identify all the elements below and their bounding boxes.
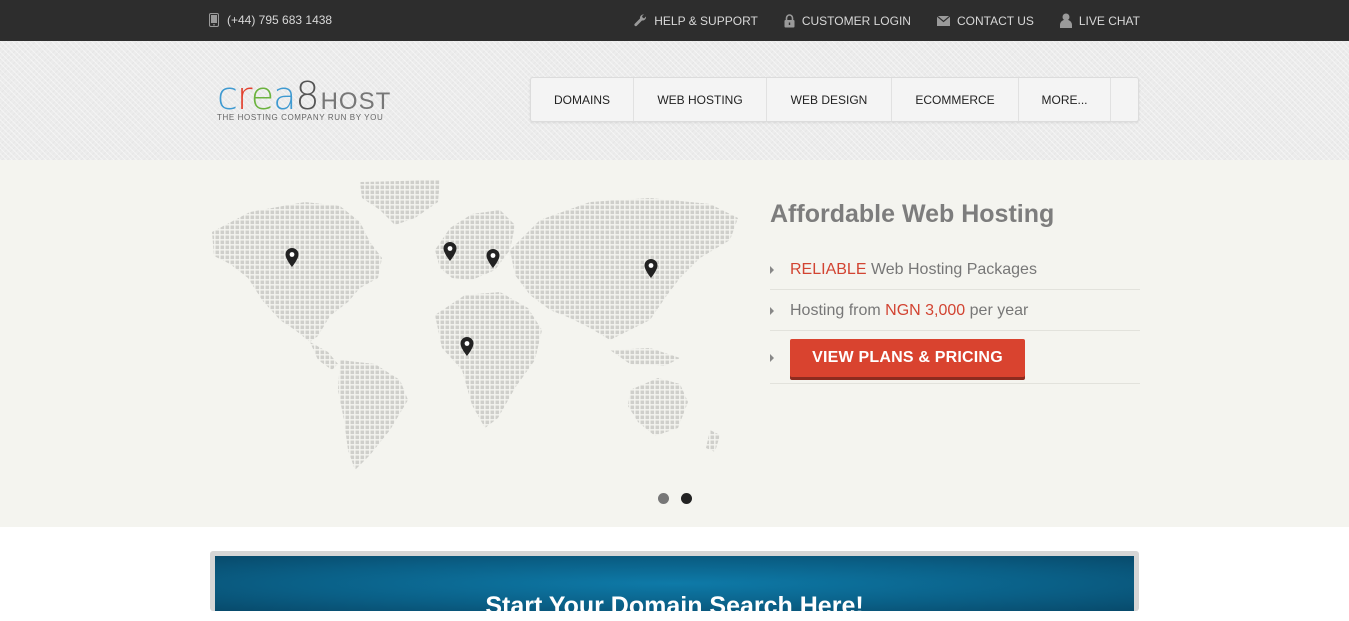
top-bar: (+44) 795 683 1438 HELP & SUPPORT CUSTOM…: [0, 0, 1349, 41]
wrench-icon: [634, 14, 647, 27]
logo-crea: crea: [217, 74, 296, 118]
main-nav: DOMAINS WEB HOSTING WEB DESIGN ECOMMERCE…: [530, 77, 1139, 122]
hero-title: Affordable Web Hosting: [770, 200, 1055, 228]
domain-search-title: Start Your Domain Search Here!: [485, 592, 864, 620]
feature-text: per year: [969, 301, 1029, 319]
contact-us-label: CONTACT US: [956, 13, 1034, 28]
live-chat-link[interactable]: LIVE CHAT: [1059, 13, 1140, 28]
view-plans-pricing-button[interactable]: VIEW PLANS & PRICING: [790, 338, 1025, 377]
slider-pagination: [658, 493, 692, 504]
bullet-arrow-icon: [770, 353, 774, 362]
feature-price: Hosting from NGN 3,000 per year: [770, 291, 1140, 331]
crea8host-logo[interactable]: crea 8 HOST THE HOSTING COMPANY RUN BY Y…: [217, 77, 391, 122]
feature-cta-row: VIEW PLANS & PRICING: [770, 332, 1140, 384]
feature-text: Web Hosting Packages: [870, 260, 1037, 278]
slide-dot-2-active[interactable]: [681, 493, 692, 504]
phone-number: (+44) 795 683 1438: [227, 13, 333, 27]
live-chat-label: LIVE CHAT: [1078, 13, 1140, 28]
customer-login-link[interactable]: CUSTOMER LOGIN: [784, 13, 911, 28]
contact-us-link[interactable]: CONTACT US: [936, 13, 1034, 28]
nav-item-web-design[interactable]: WEB DESIGN: [767, 78, 892, 121]
bullet-arrow-icon: [770, 306, 774, 315]
feature-reliable: RELIABLE Web Hosting Packages: [770, 250, 1140, 290]
phone-contact: (+44) 795 683 1438: [209, 13, 332, 27]
world-map-image: [212, 180, 738, 470]
help-support-label: HELP & SUPPORT: [654, 13, 758, 28]
domain-search-panel: Start Your Domain Search Here!: [210, 551, 1139, 620]
feature-text: Hosting from: [790, 301, 881, 319]
user-icon: [1059, 13, 1072, 28]
customer-login-label: CUSTOMER LOGIN: [801, 13, 911, 28]
lock-icon: [784, 13, 795, 28]
hero-slider: Affordable Web Hosting RELIABLE Web Host…: [0, 160, 1349, 527]
logo-eight: 8: [295, 74, 319, 118]
slide-dot-1[interactable]: [658, 493, 669, 504]
help-support-link[interactable]: HELP & SUPPORT: [634, 13, 758, 28]
logo-tagline: THE HOSTING COMPANY RUN BY YOU: [217, 113, 384, 122]
nav-item-domains[interactable]: DOMAINS: [531, 78, 634, 121]
feature-highlight: RELIABLE: [790, 260, 867, 278]
nav-item-ecommerce[interactable]: ECOMMERCE: [892, 78, 1019, 121]
nav-item-web-hosting[interactable]: WEB HOSTING: [634, 78, 767, 121]
mobile-phone-icon: [209, 13, 219, 27]
nav-item-more[interactable]: MORE...: [1019, 78, 1111, 121]
site-header: crea 8 HOST THE HOSTING COMPANY RUN BY Y…: [0, 41, 1349, 160]
price-highlight: NGN 3,000: [885, 301, 966, 319]
envelope-icon: [936, 15, 950, 26]
logo-host: HOST: [320, 88, 392, 115]
bullet-arrow-icon: [770, 265, 774, 274]
